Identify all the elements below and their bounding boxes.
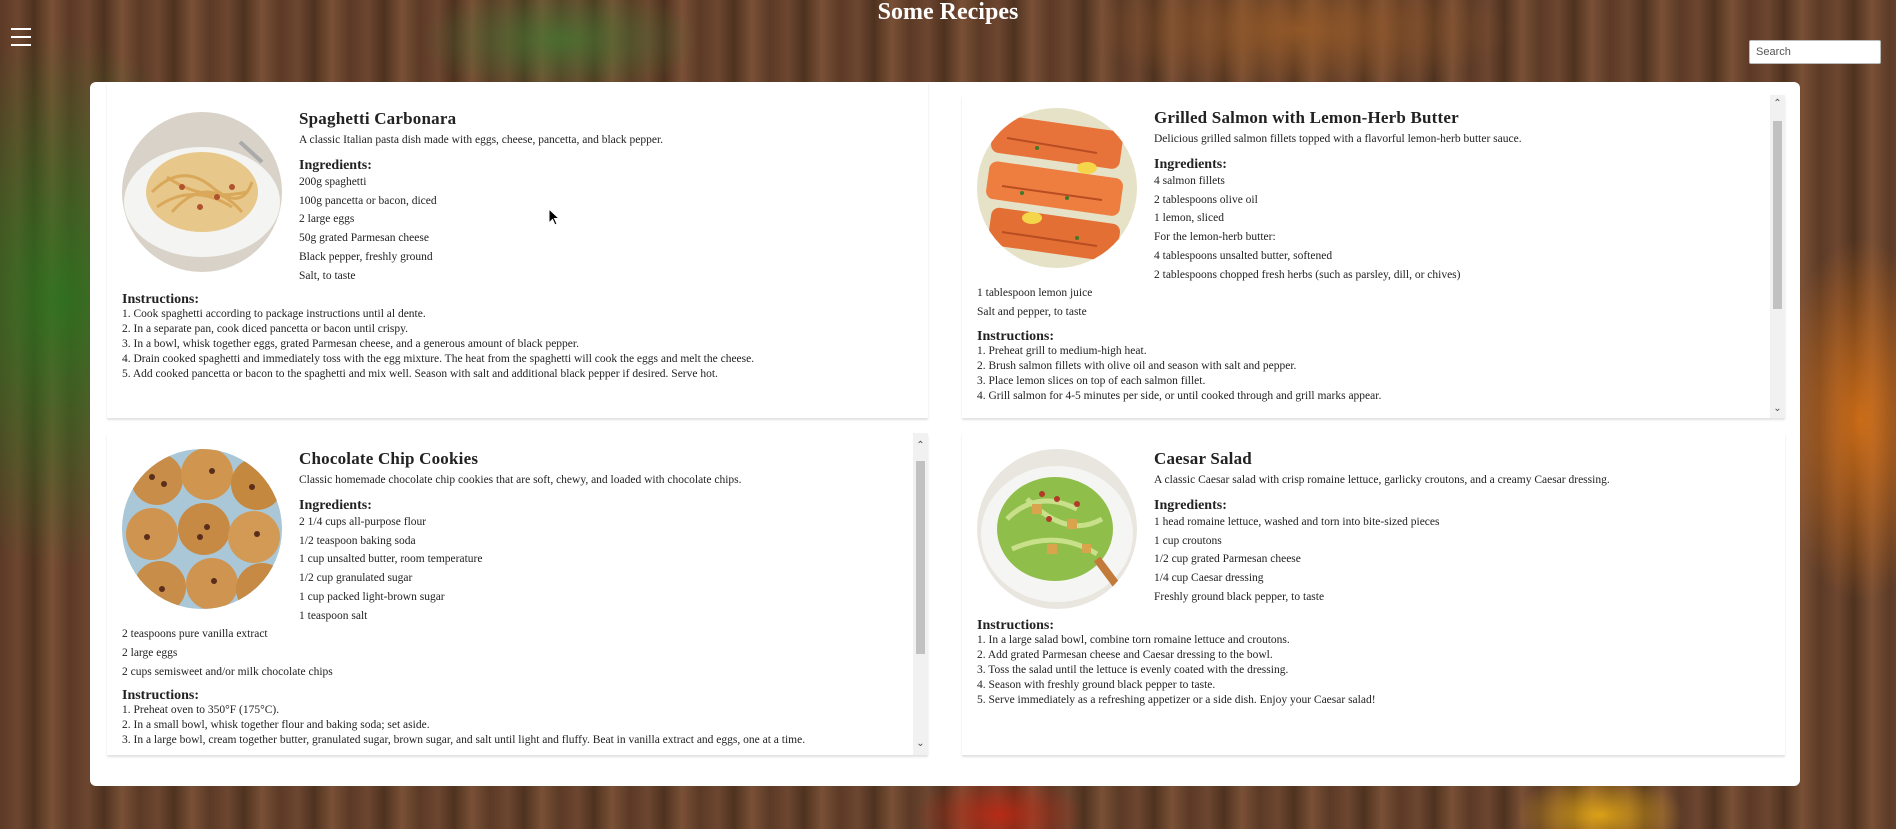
ingredient-item: 1 teaspoon salt xyxy=(299,609,368,622)
scroll-down-icon[interactable]: ⌄ xyxy=(1770,402,1785,416)
instructions-list: 1. Preheat grill to medium-high heat. 2.… xyxy=(977,344,1759,404)
instruction-step: 3. In a bowl, whisk together eggs, grate… xyxy=(122,338,579,351)
recipe-card: Chocolate Chip Cookies Classic homemade … xyxy=(107,433,928,755)
caesar-salad-image xyxy=(977,449,1137,609)
scroll-down-icon[interactable]: ⌄ xyxy=(913,737,928,751)
scroll-up-icon[interactable]: ⌃ xyxy=(1770,97,1785,111)
instructions-label: Instructions: xyxy=(122,688,200,704)
instruction-step: 3. Place lemon slices on top of each sal… xyxy=(977,374,1206,387)
instruction-step: 4. Season with freshly ground black pepp… xyxy=(977,679,1216,691)
instructions-list: 1. Cook spaghetti according to package i… xyxy=(122,307,908,382)
ingredient-item: 2 teaspoons pure vanilla extract xyxy=(122,628,268,641)
ingredient-item: 2 large eggs xyxy=(122,646,178,659)
ingredient-item: 2 cups semisweet and/or milk chocolate c… xyxy=(122,665,333,678)
instruction-step: 3. In a large bowl, cream together butte… xyxy=(122,734,806,747)
hamburger-menu-icon[interactable] xyxy=(11,28,31,46)
cookies-image xyxy=(122,449,282,609)
page-title: Some Recipes xyxy=(877,0,1019,25)
instruction-step: 3. Toss the salad until the lettuce is e… xyxy=(977,664,1289,676)
card-scrollbar[interactable]: ⌃ ⌄ xyxy=(913,433,928,755)
ingredient-item: Salt, to taste xyxy=(299,269,356,282)
instruction-step: 5. Serve immediately as a refreshing app… xyxy=(977,694,1376,706)
instructions-list: 1. In a large salad bowl, combine torn r… xyxy=(977,633,1759,708)
scroll-up-icon[interactable]: ⌃ xyxy=(913,439,928,453)
recipes-container: Spaghetti Carbonara A classic Italian pa… xyxy=(90,82,1800,786)
mouse-pointer-icon xyxy=(548,208,560,226)
search-input[interactable] xyxy=(1749,40,1881,64)
instruction-step: 4. Grill salmon for 4-5 minutes per side… xyxy=(977,389,1382,402)
instructions-label: Instructions: xyxy=(122,292,200,308)
instruction-step: 1. In a large salad bowl, combine torn r… xyxy=(977,634,1290,646)
salmon-image xyxy=(977,108,1137,268)
ingredient-item: 2 tablespoons chopped fresh herbs (such … xyxy=(1154,268,1461,281)
scrollbar-thumb[interactable] xyxy=(1773,121,1782,309)
ingredient-item: 1 tablespoon lemon juice xyxy=(977,287,1093,300)
instruction-step: 1. Preheat oven to 350°F (175°C). xyxy=(122,704,280,717)
instructions-label: Instructions: xyxy=(977,328,1055,344)
instruction-step: 5. Add cooked pancetta or bacon to the s… xyxy=(122,368,718,381)
instruction-step: 2. Add grated Parmesan cheese and Caesar… xyxy=(977,649,1273,661)
instruction-step: 1. Preheat grill to medium-high heat. xyxy=(977,344,1147,357)
spaghetti-image xyxy=(122,112,282,272)
instruction-step: 4. Drain cooked spaghetti and immediatel… xyxy=(122,353,755,366)
recipe-card: Grilled Salmon with Lemon-Herb Butter De… xyxy=(962,95,1785,418)
scrollbar-thumb[interactable] xyxy=(916,461,925,654)
instruction-step: 1. Cook spaghetti according to package i… xyxy=(122,308,426,321)
instruction-step: 2. In a small bowl, whisk together flour… xyxy=(122,719,430,732)
instruction-step: 2. In a separate pan, cook diced pancett… xyxy=(122,323,409,336)
instruction-step: 2. Brush salmon fillets with olive oil a… xyxy=(977,359,1297,372)
ingredient-item: Salt and pepper, to taste xyxy=(977,305,1087,318)
recipe-card: Caesar Salad A classic Caesar salad with… xyxy=(962,433,1785,755)
instructions-list: 1. Preheat oven to 350°F (175°C). 2. In … xyxy=(122,703,902,748)
instructions-label: Instructions: xyxy=(977,618,1055,633)
card-scrollbar[interactable]: ⌃ ⌄ xyxy=(1770,95,1785,418)
recipe-card: Spaghetti Carbonara A classic Italian pa… xyxy=(107,82,928,418)
